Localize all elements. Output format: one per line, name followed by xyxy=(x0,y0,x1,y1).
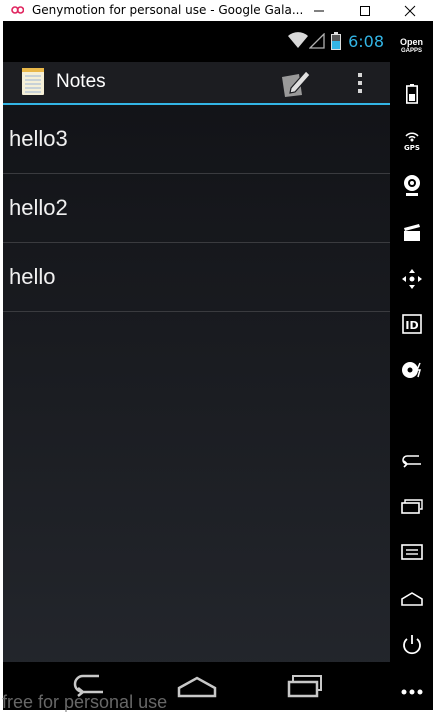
sidebar-recent-button[interactable] xyxy=(390,490,433,524)
menu-icon xyxy=(400,544,423,560)
overflow-menu-icon xyxy=(358,73,362,77)
device-id-button[interactable]: ID xyxy=(390,307,433,341)
window-titlebar: Genymotion for personal use - Google Gal… xyxy=(0,0,433,21)
media-button[interactable] xyxy=(390,215,433,249)
maximize-icon xyxy=(360,5,370,16)
dpad-button[interactable] xyxy=(390,262,433,296)
close-icon xyxy=(404,5,416,16)
status-time: 6:08 xyxy=(348,32,384,51)
recent-apps-icon xyxy=(400,499,423,514)
opengapps-button[interactable]: Open GAPPS xyxy=(390,38,433,56)
home-icon xyxy=(400,592,423,606)
notepad-app-icon xyxy=(22,68,44,95)
notes-list: hello3 hello2 hello xyxy=(3,105,390,312)
recent-apps-icon xyxy=(287,675,322,698)
new-note-icon xyxy=(282,70,311,97)
battery-widget-button[interactable] xyxy=(390,77,433,111)
disk-capture-icon xyxy=(401,362,421,378)
device-id-icon: ID xyxy=(401,314,422,334)
gps-icon: GPS xyxy=(404,132,420,152)
signal-icon xyxy=(309,33,325,49)
gps-label: GPS xyxy=(404,144,420,152)
note-title: hello2 xyxy=(9,195,68,220)
webcam-button[interactable] xyxy=(390,169,433,203)
disk-capture-button[interactable] xyxy=(390,353,433,387)
opengapps-line1: Open xyxy=(399,37,423,47)
sidebar-menu-button[interactable] xyxy=(390,535,433,569)
new-note-button[interactable] xyxy=(277,66,313,100)
nav-home-button[interactable] xyxy=(167,666,227,706)
maximize-button[interactable] xyxy=(342,0,388,21)
genymotion-sidebar: Open GAPPS GPS ID xyxy=(390,21,433,710)
app-title: Notes xyxy=(56,71,106,92)
action-bar: Notes xyxy=(3,62,390,105)
webcam-icon xyxy=(403,175,420,196)
dpad-move-icon xyxy=(401,269,422,289)
overflow-menu-icon xyxy=(358,81,362,85)
sidebar-home-button[interactable] xyxy=(390,582,433,616)
battery-icon xyxy=(331,32,341,50)
note-item-hello2[interactable]: hello2 xyxy=(3,174,390,243)
more-options-button[interactable] xyxy=(390,675,433,709)
sidebar-back-button[interactable] xyxy=(390,443,433,477)
minimize-icon xyxy=(314,10,324,11)
android-screen: 6:08 Notes hello3 hello2 hello xyxy=(3,21,390,710)
power-icon xyxy=(402,635,421,655)
note-title: hello xyxy=(9,264,56,289)
overflow-menu-button[interactable] xyxy=(348,68,372,98)
note-item-hello3[interactable]: hello3 xyxy=(3,105,390,174)
status-bar: 6:08 xyxy=(3,21,390,62)
wifi-icon xyxy=(288,32,308,48)
device-id-label: ID xyxy=(405,319,418,332)
window-title: Genymotion for personal use - Google Gal… xyxy=(32,3,304,17)
note-title: hello3 xyxy=(9,126,68,151)
gps-button[interactable]: GPS xyxy=(390,123,433,157)
overflow-menu-icon xyxy=(358,89,362,93)
power-button[interactable] xyxy=(390,628,433,662)
media-clapper-icon xyxy=(403,224,420,241)
back-icon xyxy=(401,455,421,468)
more-icon xyxy=(401,689,422,695)
nav-recent-button[interactable] xyxy=(275,666,335,706)
minimize-button[interactable] xyxy=(296,0,342,21)
close-button[interactable] xyxy=(387,0,433,21)
home-icon xyxy=(177,676,217,698)
battery-widget-icon xyxy=(405,84,418,104)
genymotion-logo-icon xyxy=(11,6,24,14)
opengapps-line2: GAPPS xyxy=(400,48,422,54)
note-item-hello[interactable]: hello xyxy=(3,243,390,312)
